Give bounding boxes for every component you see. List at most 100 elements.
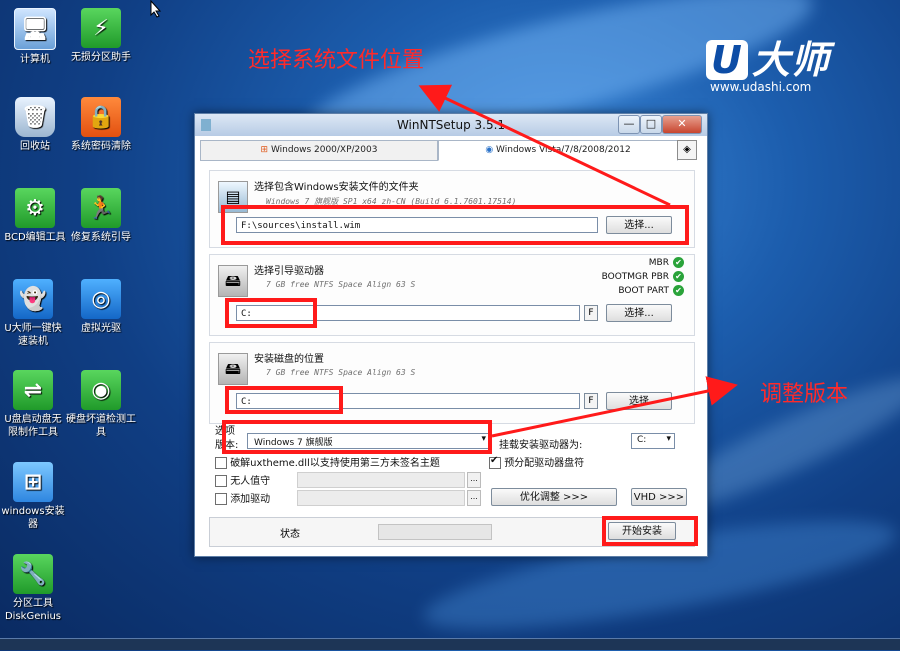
status-boot-part: BOOT PART ✔ (618, 285, 684, 296)
checkbox-unattended[interactable]: 无人值守 (215, 472, 270, 487)
close-button[interactable]: ✕ (662, 115, 702, 134)
unattended-browse-button[interactable]: ... (467, 472, 481, 488)
checkbox-preassign-letters[interactable]: 预分配驱动器盘符 (489, 454, 584, 469)
desktop-icon-label: BCD编辑工具 (4, 232, 66, 243)
maximize-button[interactable]: □ (640, 115, 662, 134)
mount-drive-select[interactable]: C: ▾ (631, 433, 675, 449)
status-label: 状态 (280, 529, 300, 540)
status-label: BOOT PART (618, 286, 669, 296)
computer-icon: 🖥 (14, 8, 56, 50)
vhd-button[interactable]: VHD >>> (631, 488, 687, 506)
desktop-icon-virtual-drive[interactable]: ◎ 虚拟光驱 (66, 279, 136, 335)
desktop-icon-diskgenius[interactable]: 🔧 分区工具DiskGenius (0, 554, 66, 623)
settings-icon[interactable]: ◈ (677, 140, 697, 160)
checkbox[interactable] (215, 493, 227, 505)
desktop-icon-recycle-bin[interactable]: 🗑 回收站 (0, 97, 70, 153)
desktop-icon-label: 分区工具DiskGenius (4, 598, 62, 622)
status-mbr: MBR ✔ (649, 257, 684, 268)
tab-label: Windows Vista/7/8/2008/2012 (496, 145, 631, 155)
desktop-icon-label: 无损分区助手 (71, 52, 131, 63)
unattended-path-input[interactable] (297, 472, 465, 488)
desktop-icon-label: 修复系统引导 (71, 232, 131, 243)
desktop-icon-label: 系统密码清除 (71, 141, 131, 152)
desktop-icon-label: 硬盘坏道检测工具 (66, 414, 136, 438)
window-titlebar[interactable]: WinNTSetup 3.5.1 — □ ✕ (195, 114, 707, 136)
hdd-scan-icon: ◉ (81, 370, 121, 410)
annotation-adjust-edition: 调整版本 (760, 382, 849, 407)
status-bootmgr-pbr: BOOTMGR PBR ✔ (602, 271, 684, 282)
drive-icon: 🖴 (218, 353, 248, 385)
desktop-icon-label: 回收站 (20, 141, 50, 152)
desktop-icon-label: windows安装器 (1, 506, 65, 530)
drive-icon: 🖴 (218, 265, 248, 297)
install-select-button[interactable]: 选择 (606, 392, 672, 410)
checkbox-uxtheme[interactable]: 破解uxtheme.dll以支持使用第三方未签名主题 (215, 454, 440, 469)
boot-drive-label: 选择引导驱动器 (254, 266, 324, 277)
checkbox[interactable] (215, 475, 227, 487)
highlight-install-drive (225, 386, 343, 414)
checkbox[interactable] (215, 457, 227, 469)
brand-logo: U 大师 www.udashi.com (706, 40, 830, 94)
windows-orb-icon: ◉ (485, 145, 494, 155)
brand-url: www.udashi.com (710, 80, 812, 94)
windows-icon: ⊞ (13, 462, 53, 502)
lock-icon: 🔒 (81, 97, 121, 137)
checkbox-label: 添加驱动 (230, 494, 271, 505)
highlight-source-path (221, 205, 689, 245)
boot-select-button[interactable]: 选择... (606, 304, 672, 322)
checkbox[interactable] (489, 455, 501, 469)
checkbox-label: 预分配驱动器盘符 (504, 458, 585, 469)
check-icon: ✔ (673, 257, 684, 268)
check-icon: ✔ (673, 285, 684, 296)
desktop-icon-label: U大师一键快速装机 (4, 323, 62, 347)
desktop-icon-label: 虚拟光驱 (81, 323, 121, 334)
desktop-icon-boot-repair[interactable]: 🏃 修复系统引导 (66, 188, 136, 244)
highlight-edition-select (222, 420, 492, 454)
tweaks-button[interactable]: 优化调整 >>> (491, 488, 617, 506)
mount-drive-label: 挂载安装驱动器为: (499, 440, 583, 451)
progress-bar (378, 524, 492, 540)
winntsetup-window: WinNTSetup 3.5.1 — □ ✕ ⊞ Windows 2000/XP… (194, 113, 708, 557)
desktop-icon-bcd-editor[interactable]: ⚙ BCD编辑工具 (0, 188, 70, 244)
annotation-select-system-file: 选择系统文件位置 (248, 48, 425, 73)
checkbox-add-drivers[interactable]: 添加驱动 (215, 490, 270, 505)
disc-icon: ◎ (81, 279, 121, 319)
minimize-button[interactable]: — (618, 115, 640, 134)
drivers-path-input[interactable] (297, 490, 465, 506)
recycle-bin-icon: 🗑 (15, 97, 55, 137)
check-icon: ✔ (673, 271, 684, 282)
install-format-button[interactable]: F (584, 393, 598, 409)
chevron-down-icon: ▾ (666, 434, 671, 444)
ghost-icon: 👻 (13, 279, 53, 319)
usb-icon: ⇌ (13, 370, 53, 410)
install-drive-info: 7 GB free NTFS Space Align 63 S (266, 368, 416, 377)
partition-icon: ⚡ (81, 8, 121, 48)
tab-label: Windows 2000/XP/2003 (270, 145, 378, 155)
desktop-icon-password-clear[interactable]: 🔒 系统密码清除 (66, 97, 136, 153)
desktop-icon-partition-assistant[interactable]: ⚡ 无损分区助手 (66, 8, 136, 64)
highlight-start-button (602, 516, 698, 546)
desktop-icon-label: 计算机 (20, 54, 50, 65)
desktop-icon-windows-installer[interactable]: ⊞ windows安装器 (0, 462, 66, 531)
tab-windows-xp[interactable]: ⊞ Windows 2000/XP/2003 (200, 140, 438, 161)
install-drive-label: 安装磁盘的位置 (254, 354, 324, 365)
status-label: MBR (648, 258, 669, 268)
taskbar[interactable] (0, 638, 900, 650)
gear-icon: ⚙ (15, 188, 55, 228)
desktop-icon-computer[interactable]: 🖥 计算机 (0, 8, 70, 66)
boot-drive-info: 7 GB free NTFS Space Align 63 S (266, 280, 416, 289)
windows-flag-icon: ⊞ (260, 145, 269, 155)
drivers-browse-button[interactable]: ... (467, 490, 481, 506)
brand-logo-mark: U (706, 40, 748, 80)
wrench-icon: 🔧 (13, 554, 53, 594)
os-tabs: ⊞ Windows 2000/XP/2003 ◉ Windows Vista/7… (200, 140, 700, 161)
boot-format-button[interactable]: F (584, 305, 598, 321)
tab-windows-vista-7[interactable]: ◉ Windows Vista/7/8/2008/2012 (438, 140, 678, 161)
status-label: BOOTMGR PBR (601, 272, 669, 282)
checkbox-label: 破解uxtheme.dll以支持使用第三方未签名主题 (230, 458, 440, 469)
desktop-icon-quick-install[interactable]: 👻 U大师一键快速装机 (0, 279, 66, 348)
mount-drive-value: C: (637, 435, 647, 445)
desktop-icon-usb-maker[interactable]: ⇌ U盘启动盘无限制作工具 (0, 370, 66, 439)
desktop-icon-hdd-check[interactable]: ◉ 硬盘坏道检测工具 (66, 370, 136, 439)
checkbox-label: 无人值守 (230, 476, 271, 487)
